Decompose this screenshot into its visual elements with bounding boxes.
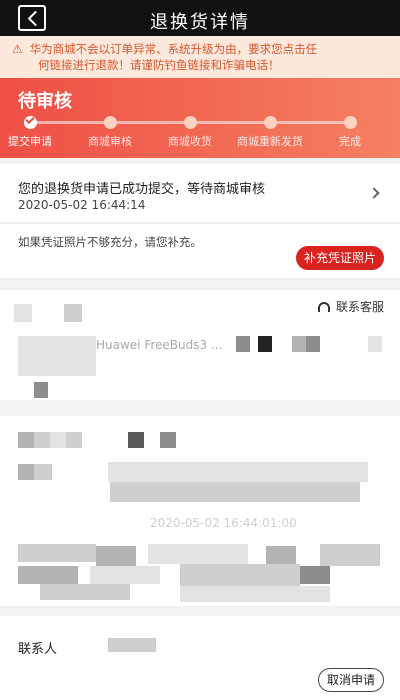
warning-line-1: 华为商城不会以订单异常、系统升级为由，要求您点击任 xyxy=(29,42,318,56)
supplement-photos-button[interactable]: 补充凭证照片 xyxy=(295,246,384,270)
blurred-block xyxy=(34,464,52,480)
progress-section: 待审核 提交申请 商城审核 商城收货 商城重新发货 完成 xyxy=(0,78,400,158)
blurred-block xyxy=(258,336,272,352)
blurred-block xyxy=(110,482,360,502)
blurred-product-name: Huawei FreeBuds3 ... xyxy=(96,338,223,352)
status-message: 您的退换货申请已成功提交，等待商城审核 xyxy=(18,182,266,197)
step-label-1: 提交申请 xyxy=(8,135,52,148)
headset-icon xyxy=(317,302,330,312)
blurred-block xyxy=(18,464,34,480)
blurred-product-image xyxy=(18,336,96,376)
blurred-block xyxy=(14,304,32,322)
blurred-block xyxy=(236,336,250,352)
blurred-block xyxy=(292,336,306,352)
status-card[interactable]: 您的退换货申请已成功提交，等待商城审核 2020-05-02 16:44:14 xyxy=(0,164,400,222)
blurred-block xyxy=(368,336,382,352)
step-dot-3 xyxy=(183,116,197,129)
top-bar: 退换货详情 xyxy=(0,0,400,36)
warning-line-2: 何链接进行退款！请谨防钓鱼链接和诈骗电话！ xyxy=(38,58,280,72)
page-title: 退换货详情 xyxy=(150,12,250,33)
order-info-card: 2020-05-02 16:44:01:00 xyxy=(0,416,400,606)
chevron-right-icon xyxy=(368,187,380,199)
blurred-block xyxy=(160,432,176,448)
step-label-5: 完成 xyxy=(339,135,361,148)
blurred-block xyxy=(306,336,320,352)
step-dot-2 xyxy=(103,116,117,129)
blurred-block xyxy=(300,566,330,584)
step-label-4: 商城重新发货 xyxy=(237,135,303,148)
step-label-3: 商城收货 xyxy=(168,135,212,148)
contact-person-label: 联系人 xyxy=(18,642,58,657)
blurred-block xyxy=(34,432,50,448)
warning-icon: ⚠ xyxy=(12,42,23,56)
blurred-block xyxy=(66,432,82,448)
status-title: 待审核 xyxy=(18,91,72,112)
blurred-block xyxy=(18,544,96,562)
blurred-block xyxy=(128,432,144,448)
step-label-2: 商城审核 xyxy=(88,135,132,148)
step-dot-5 xyxy=(343,116,357,129)
blurred-block xyxy=(34,382,48,398)
supplement-card: 如果凭证照片不够充分，请您补充。 补充凭证照片 xyxy=(0,224,400,278)
blurred-block xyxy=(266,546,296,566)
blurred-contact-name xyxy=(108,638,156,652)
blurred-block xyxy=(18,432,34,448)
supplement-hint: 如果凭证照片不够充分，请您补充。 xyxy=(18,235,202,249)
status-time: 2020-05-02 16:44:14 xyxy=(18,198,146,212)
product-card: 联系客服 Huawei FreeBuds3 ... xyxy=(0,290,400,400)
blurred-block xyxy=(50,432,66,448)
blurred-block xyxy=(320,544,380,566)
contact-customer-service-label: 联系客服 xyxy=(335,300,384,314)
blurred-block xyxy=(64,304,82,322)
blurred-block xyxy=(108,462,368,482)
cancel-application-button[interactable]: 取消申请 xyxy=(317,668,384,692)
contact-customer-service-link[interactable]: 联系客服 xyxy=(317,298,384,315)
blurred-block xyxy=(90,566,160,584)
blurred-time: 2020-05-02 16:44:01:00 xyxy=(150,516,297,530)
blurred-block xyxy=(40,584,130,600)
step-dot-1 xyxy=(23,116,37,129)
fraud-warning-banner: ⚠ 华为商城不会以订单异常、系统升级为由，要求您点击任 何链接进行退款！请谨防钓… xyxy=(0,36,400,78)
blurred-block xyxy=(180,564,300,586)
blurred-block xyxy=(96,546,136,566)
blurred-block xyxy=(148,544,248,564)
step-dot-4 xyxy=(263,116,277,129)
contact-card: 联系人 取消申请 xyxy=(0,616,400,700)
blurred-block xyxy=(180,586,330,602)
blurred-block xyxy=(18,566,78,584)
